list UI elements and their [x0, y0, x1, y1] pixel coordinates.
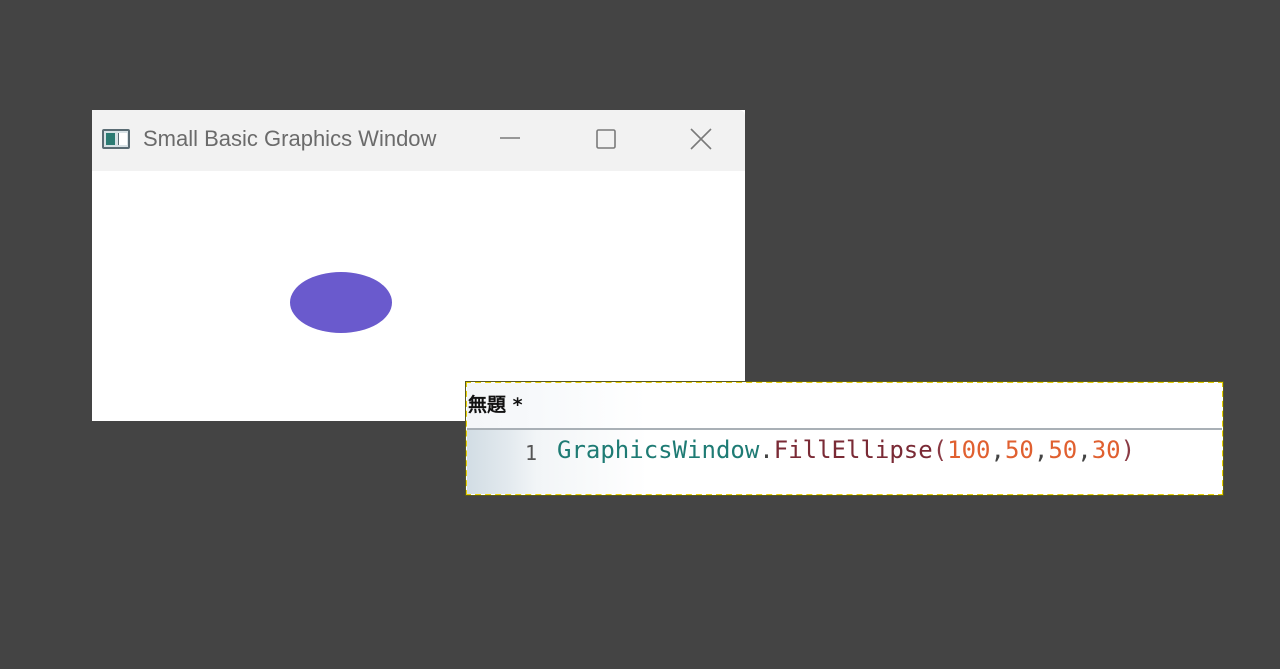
code-comma: , — [990, 436, 1005, 464]
code-dot: . — [759, 436, 774, 464]
code-comma: , — [1077, 436, 1092, 464]
close-button[interactable] — [681, 122, 721, 156]
code-arg-width: 50 — [1048, 436, 1078, 464]
code-line[interactable]: GraphicsWindow.FillEllipse(100,50,50,30) — [557, 436, 1135, 464]
close-icon — [690, 128, 712, 150]
code-method: FillEllipse — [773, 436, 933, 464]
editor-body[interactable]: 1 GraphicsWindow.FillEllipse(100,50,50,3… — [467, 430, 1222, 494]
desktop: Small Basic Graphics Window 無題 * 1 Graph… — [0, 0, 1280, 669]
icon-left-pane — [106, 133, 115, 145]
code-close-paren: ) — [1120, 436, 1136, 464]
code-editor: 無題 * 1 GraphicsWindow.FillEllipse(100,50… — [465, 381, 1224, 496]
filled-ellipse — [290, 272, 392, 333]
small-basic-window-icon — [102, 129, 130, 149]
maximize-icon — [596, 129, 616, 149]
graphics-window: Small Basic Graphics Window — [92, 110, 745, 421]
minimize-icon — [500, 137, 520, 139]
code-object: GraphicsWindow — [557, 436, 760, 464]
code-open-paren: ( — [932, 436, 948, 464]
code-arg-x: 100 — [947, 436, 991, 464]
code-arg-y: 50 — [1004, 436, 1034, 464]
graphics-window-title: Small Basic Graphics Window — [143, 126, 437, 151]
editor-tab-label: 無題 * — [468, 394, 523, 416]
editor-tab[interactable]: 無題 * — [467, 383, 1222, 430]
icon-right-pane — [118, 133, 127, 145]
line-number: 1 — [524, 441, 537, 465]
maximize-button[interactable] — [585, 122, 625, 156]
code-arg-height: 30 — [1091, 436, 1121, 464]
graphics-window-titlebar[interactable]: Small Basic Graphics Window — [92, 110, 745, 171]
code-comma: , — [1033, 436, 1049, 464]
minimize-button[interactable] — [490, 122, 530, 156]
